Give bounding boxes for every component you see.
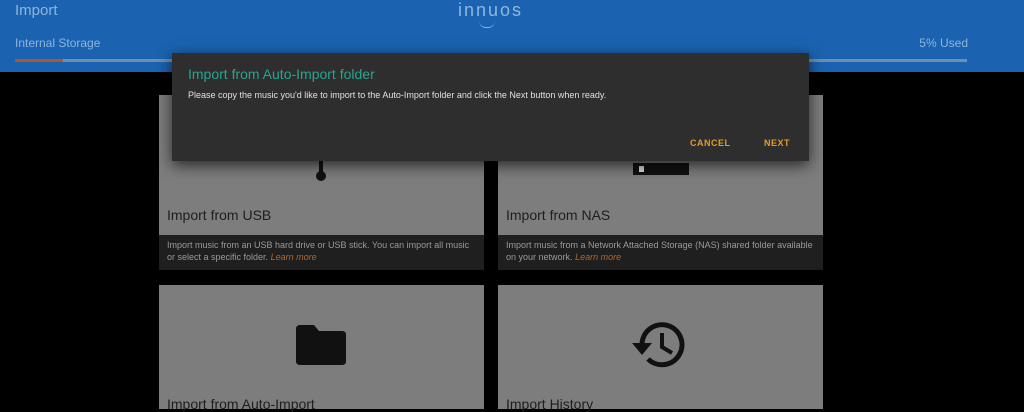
history-icon [632, 322, 685, 368]
storage-used-text: 5% Used [919, 36, 968, 50]
card-description-text: Import music from an USB hard drive or U… [167, 240, 470, 262]
card-title: Import from USB [167, 207, 272, 223]
nas-icon [633, 163, 689, 175]
import-auto-import-card[interactable]: Import from Auto-Import [159, 285, 484, 412]
card-description: Import music from an USB hard drive or U… [159, 235, 484, 270]
next-button[interactable]: NEXT [764, 138, 790, 148]
learn-more-link[interactable]: Learn more [575, 252, 621, 262]
storage-label: Internal Storage [15, 36, 101, 50]
card-title: Import from NAS [506, 207, 611, 223]
storage-progress-fill [15, 59, 63, 62]
learn-more-link[interactable]: Learn more [271, 252, 317, 262]
dialog-title: Import from Auto-Import folder [188, 66, 375, 82]
innuos-logo: innuos [458, 0, 524, 20]
card-description: Import music from a Network Attached Sto… [498, 235, 823, 270]
card-title: Import from Auto-Import [167, 396, 315, 412]
folder-icon [296, 325, 346, 365]
dialog-body-text: Please copy the music you'd like to impo… [188, 90, 607, 100]
cancel-button[interactable]: CANCEL [690, 138, 731, 148]
logo-smile-mark [479, 21, 495, 28]
page-title: Import [15, 2, 58, 19]
card-description-text: Import music from a Network Attached Sto… [506, 240, 813, 262]
auto-import-dialog: Import from Auto-Import folder Please co… [172, 53, 809, 161]
import-history-card[interactable]: Import History [498, 285, 823, 412]
card-title: Import History [506, 396, 594, 412]
